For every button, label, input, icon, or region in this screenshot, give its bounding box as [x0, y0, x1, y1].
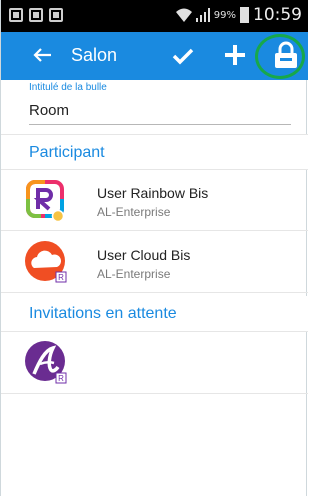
participant-row[interactable]: User Rainbow Bis AL-Enterprise	[1, 171, 308, 231]
participant-company: AL-Enterprise	[97, 205, 171, 219]
participant-company: AL-Enterprise	[97, 267, 171, 281]
rainbow-notification-icon	[9, 8, 23, 22]
invitation-row[interactable]: R	[1, 332, 308, 394]
clock: 10:59	[253, 5, 302, 25]
battery-percent: 99%	[213, 9, 236, 21]
plus-icon[interactable]	[223, 42, 247, 68]
participant-name: User Cloud Bis	[97, 247, 191, 263]
invitations-title: Invitations en attente	[29, 305, 177, 322]
signal-icon	[195, 8, 210, 22]
svg-text:R: R	[58, 273, 64, 282]
wifi-icon	[175, 8, 192, 22]
system-indicators: 99% 10:59	[175, 5, 302, 25]
notification-icons	[9, 8, 63, 22]
invitations-header: Invitations en attente	[1, 296, 308, 332]
check-icon[interactable]	[171, 44, 195, 68]
app-screen: 99% 10:59 Salon Intitulé de la bulle Roo…	[0, 0, 308, 496]
lock-icon[interactable]	[273, 41, 299, 69]
bubble-name-label: Intitulé de la bulle	[29, 82, 107, 93]
upload-notification-icon	[49, 8, 63, 22]
bubble-name-input[interactable]: Room	[29, 99, 291, 125]
alcatel-logo-avatar: R	[25, 340, 67, 384]
image-notification-icon	[29, 8, 43, 22]
status-bar: 99% 10:59	[1, 0, 308, 32]
participant-row[interactable]: R User Cloud Bis AL-Enterprise	[1, 233, 308, 293]
rainbow-logo-avatar	[25, 179, 65, 223]
battery-icon	[240, 7, 249, 23]
back-arrow-icon[interactable]	[31, 44, 53, 66]
participants-title: Participant	[29, 144, 105, 161]
page-title: Salon	[71, 45, 118, 65]
participants-header: Participant	[1, 134, 308, 170]
svg-text:R: R	[58, 374, 64, 383]
app-bar: Salon	[1, 32, 308, 80]
cloud-avatar: R	[25, 241, 67, 285]
participant-name: User Rainbow Bis	[97, 185, 209, 201]
